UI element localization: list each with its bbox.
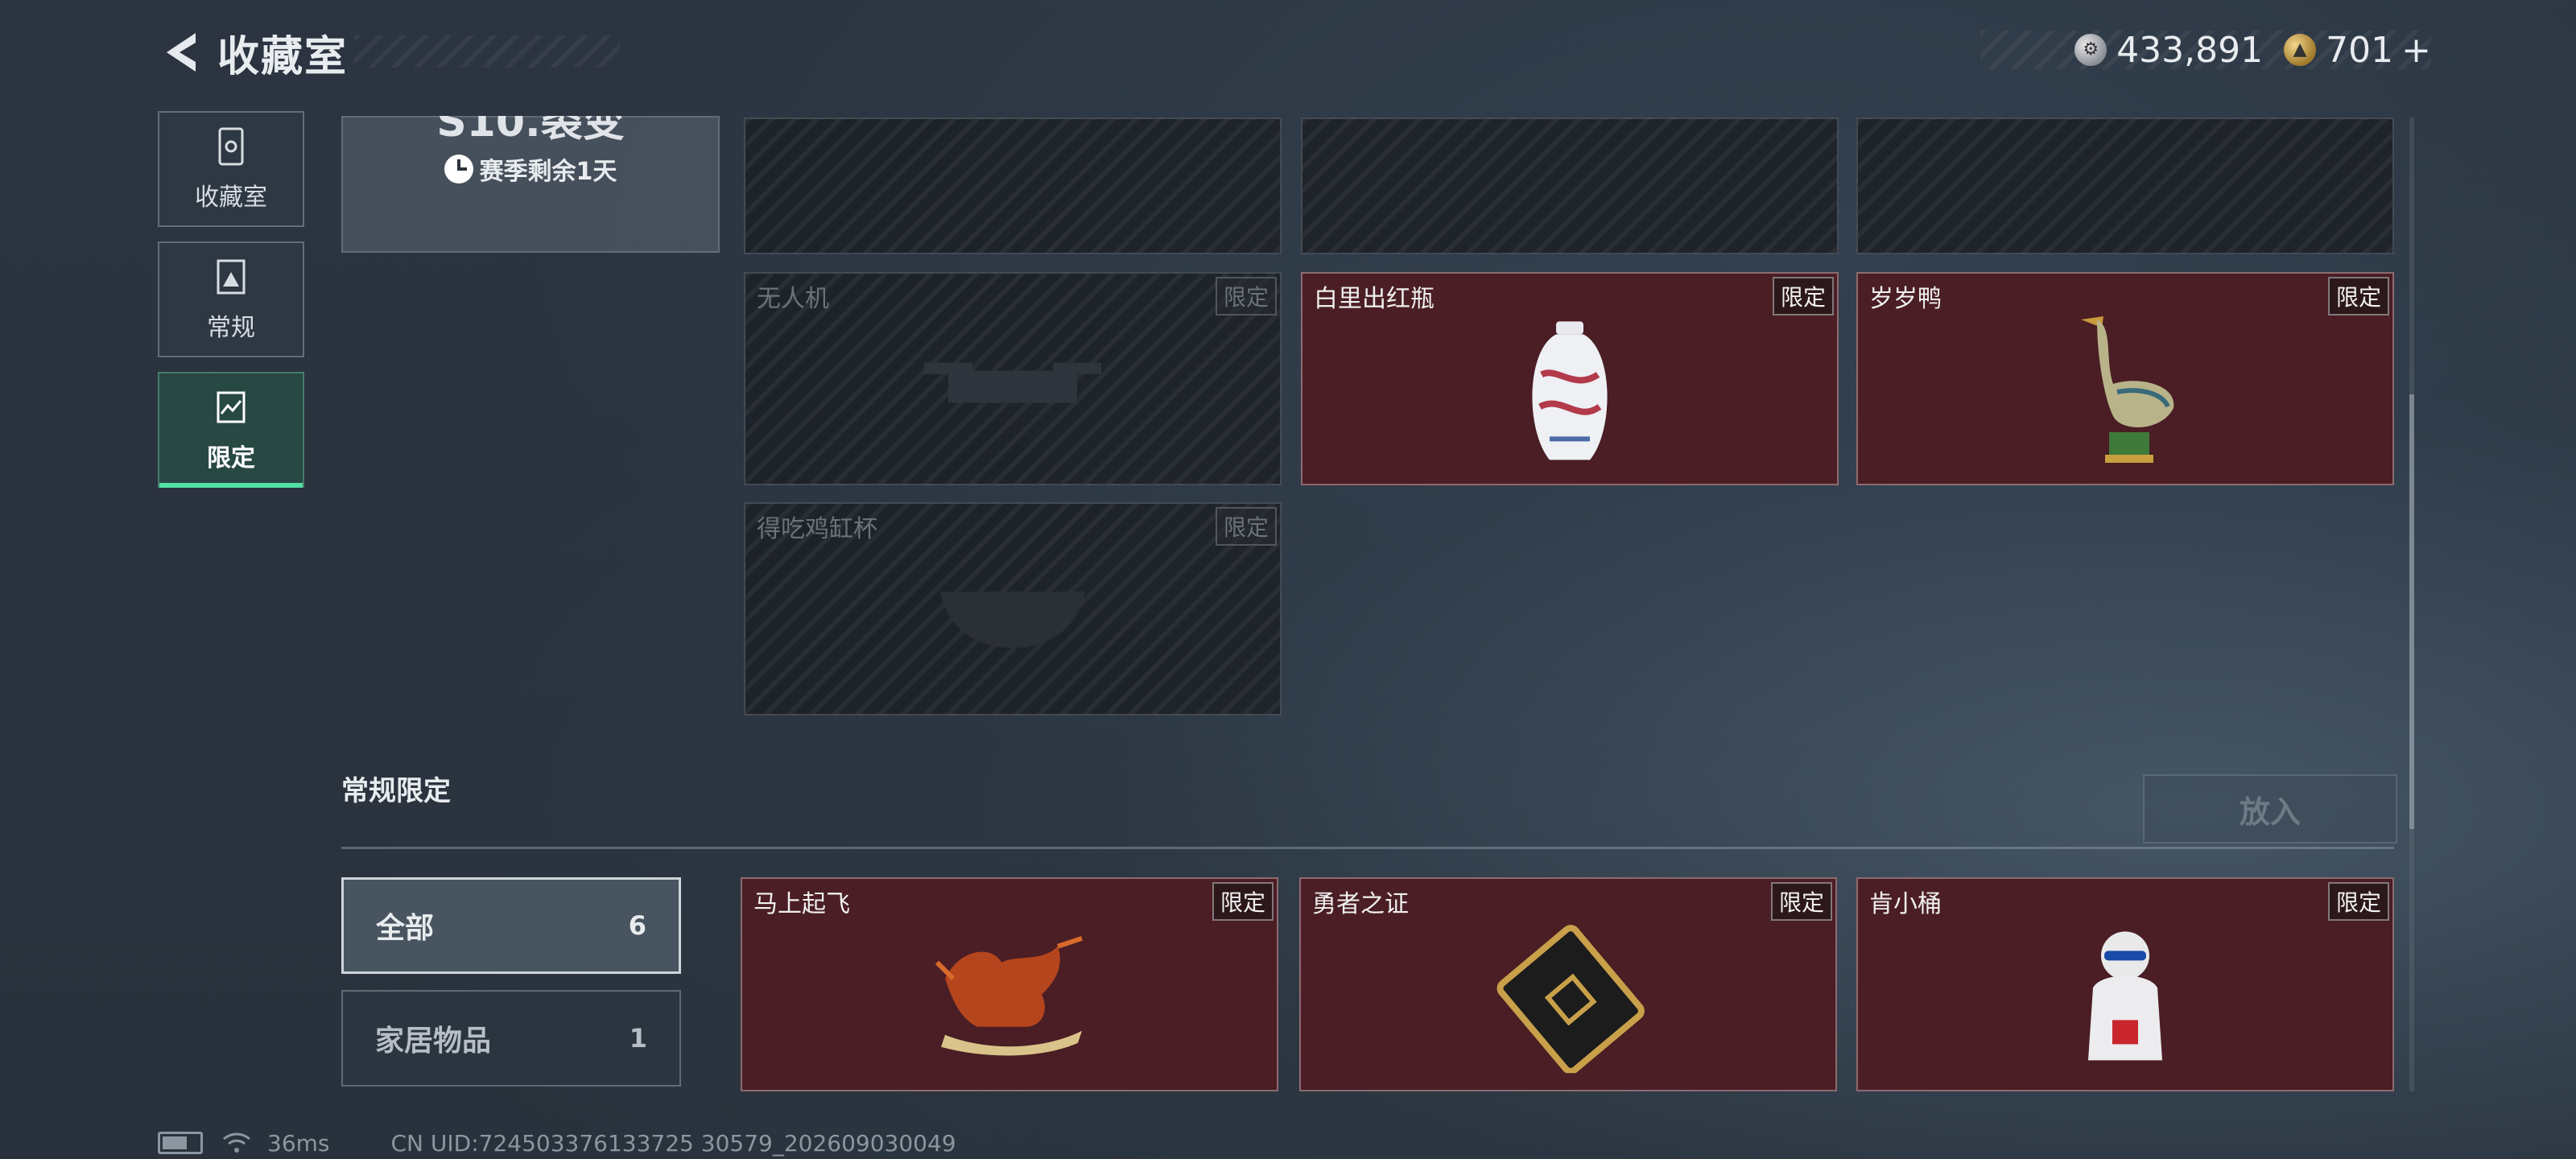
filter-label: 家居物品: [375, 1025, 492, 1058]
section-divider: [341, 847, 2394, 849]
item-name: 岁岁鸭: [1869, 285, 1942, 313]
badge-card-icon: [1496, 925, 1645, 1074]
item-name: 肯小桶: [1869, 890, 1942, 918]
horse-statue-icon: [935, 935, 1083, 1056]
collection-room-icon: [218, 127, 244, 166]
season-title: S10.裘变: [436, 116, 625, 145]
nav-tab-label: 限定: [207, 444, 255, 472]
item-card-hidden-3[interactable]: [1856, 118, 2394, 254]
limited-tag: 限定: [2327, 882, 2389, 921]
clock-icon: [444, 155, 473, 184]
nav-tab-label: 收藏室: [195, 184, 267, 212]
place-button[interactable]: 放入: [2143, 774, 2397, 843]
regular-icon: [217, 259, 246, 295]
title-decoration: [354, 35, 620, 68]
filter-home-items[interactable]: 家居物品 1: [341, 990, 681, 1087]
ping-value: 36ms: [267, 1129, 330, 1157]
filter-all[interactable]: 全部 6: [341, 877, 681, 974]
back-arrow-icon: [167, 33, 196, 72]
currency-gold[interactable]: ▲ 701 +: [2284, 30, 2431, 71]
back-button[interactable]: [153, 24, 209, 80]
gold-coin-icon: ▲: [2284, 34, 2317, 66]
filter-label: 全部: [376, 912, 435, 945]
item-card-vase[interactable]: 白里出红瓶 限定: [1301, 272, 1839, 485]
item-card-badge[interactable]: 勇者之证 限定: [1299, 877, 1837, 1091]
item-card-bowl[interactable]: 得吃鸡缸杯 限定: [744, 502, 1282, 716]
item-card-horse[interactable]: 马上起飞 限定: [741, 877, 1278, 1091]
silver-amount: 433,891: [2116, 29, 2264, 71]
item-name: 马上起飞: [753, 890, 850, 918]
item-name: 白里出红瓶: [1314, 285, 1435, 313]
item-card-duck[interactable]: 岁岁鸭 限定: [1856, 272, 2394, 485]
active-indicator: [159, 483, 303, 488]
season-card[interactable]: S10.裘变 赛季剩余1天: [341, 116, 720, 253]
item-name: 无人机: [757, 285, 829, 313]
drone-icon: [924, 362, 1101, 403]
gold-amount: 701: [2326, 29, 2394, 71]
colonel-figure-icon: [2088, 931, 2162, 1061]
limited-tag: 限定: [1212, 882, 1274, 921]
page-title: 收藏室: [217, 32, 349, 81]
scrollbar-thumb[interactable]: [2409, 394, 2414, 829]
status-bar: 36ms CN UID:724503376133725 30579_202609…: [158, 1128, 956, 1157]
item-card-colonel[interactable]: 肯小桶 限定: [1856, 877, 2394, 1091]
item-name: 勇者之证: [1312, 890, 1409, 918]
limited-tag: 限定: [1772, 277, 1834, 316]
limited-tag: 限定: [2327, 277, 2389, 316]
season-remaining: 赛季剩余1天: [343, 151, 718, 187]
section-title: 常规限定: [341, 775, 451, 807]
nav-tab-regular[interactable]: 常规: [158, 241, 304, 357]
limited-tag: 限定: [1215, 277, 1277, 316]
item-card-hidden-2[interactable]: [1301, 118, 1839, 254]
filter-count: 1: [629, 1023, 647, 1054]
nav-tab-label: 常规: [207, 314, 255, 342]
battery-icon: [158, 1132, 203, 1154]
item-name: 得吃鸡缸杯: [757, 515, 877, 543]
wifi-icon: [223, 1132, 250, 1153]
filter-count: 6: [628, 910, 646, 941]
limited-tag: 限定: [1215, 507, 1277, 546]
silver-coin-icon: ⚙: [2074, 34, 2107, 66]
bronze-duck-icon: [2081, 316, 2174, 463]
bowl-icon: [940, 591, 1085, 648]
uid-text: CN UID:724503376133725 30579_20260903004…: [390, 1129, 956, 1157]
limited-icon: [217, 391, 246, 423]
porcelain-vase-icon: [1532, 320, 1608, 460]
nav-tab-limited[interactable]: 限定: [158, 372, 304, 488]
season-remaining-text: 赛季剩余1天: [479, 158, 617, 186]
item-card-hidden-1[interactable]: [744, 118, 1282, 254]
nav-tab-collection[interactable]: 收藏室: [158, 111, 304, 227]
currency-bar: ⚙ 433,891 ▲ 701 +: [1980, 30, 2431, 71]
add-currency-button[interactable]: +: [2401, 30, 2431, 71]
item-card-drone[interactable]: 无人机 限定: [744, 272, 1282, 485]
currency-silver[interactable]: ⚙ 433,891: [2074, 30, 2263, 71]
limited-tag: 限定: [1770, 882, 1832, 921]
